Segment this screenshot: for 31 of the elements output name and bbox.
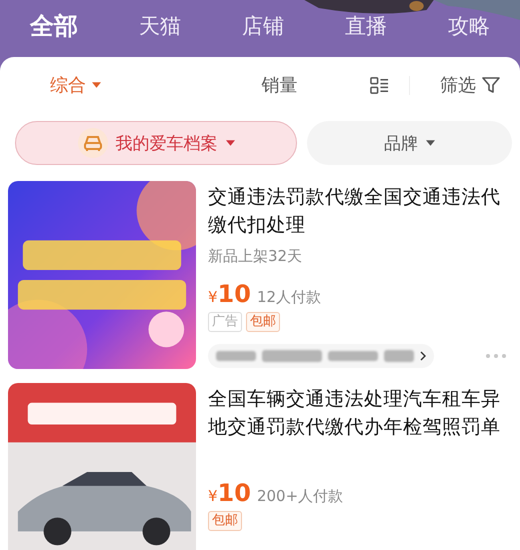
chevron-icon <box>420 351 426 361</box>
price: 10 <box>218 479 251 507</box>
tab[interactable]: 店铺 <box>242 12 284 40</box>
caret-icon <box>92 82 101 88</box>
tab[interactable]: 攻略 <box>448 12 490 40</box>
ad-label: 广告 <box>208 312 242 332</box>
tab[interactable]: 全部 <box>30 10 78 42</box>
blurred-text-icon <box>216 349 416 363</box>
filter-icon <box>482 76 500 94</box>
tab[interactable]: 天猫 <box>139 12 181 40</box>
sort-option[interactable]: 综合 <box>50 73 101 97</box>
brand-chip[interactable]: 品牌 <box>307 121 512 165</box>
currency-symbol: ¥ <box>208 288 218 306</box>
more-icon <box>486 354 506 358</box>
car-profile-chip[interactable]: 我的爱车档案 <box>15 121 297 165</box>
caret-icon <box>426 140 435 146</box>
product-subtitle: 新品上架32天 <box>208 247 304 266</box>
price: 10 <box>218 280 251 308</box>
car-icon <box>78 128 108 158</box>
list-view-icon[interactable] <box>370 76 388 94</box>
tab[interactable]: 直播 <box>345 12 387 40</box>
caret-icon <box>226 140 234 146</box>
sales-count: 200+人付款 <box>256 487 344 506</box>
sort-option[interactable]: 销量 <box>262 73 298 97</box>
shipping-tag: 包邮 <box>246 312 280 332</box>
filter-button[interactable]: 筛选 <box>440 73 500 97</box>
shipping-tag: 包邮 <box>208 511 242 531</box>
product-title[interactable]: 交通违法罚款代缴全国交通违法代缴代扣处理 <box>208 183 512 239</box>
product-title[interactable]: 全国车辆交通违法处理汽车租车异地交通罚款代缴代办年检驾照罚单 <box>208 385 512 441</box>
currency-symbol: ¥ <box>208 487 218 505</box>
sales-count: 12人付款 <box>256 288 322 307</box>
